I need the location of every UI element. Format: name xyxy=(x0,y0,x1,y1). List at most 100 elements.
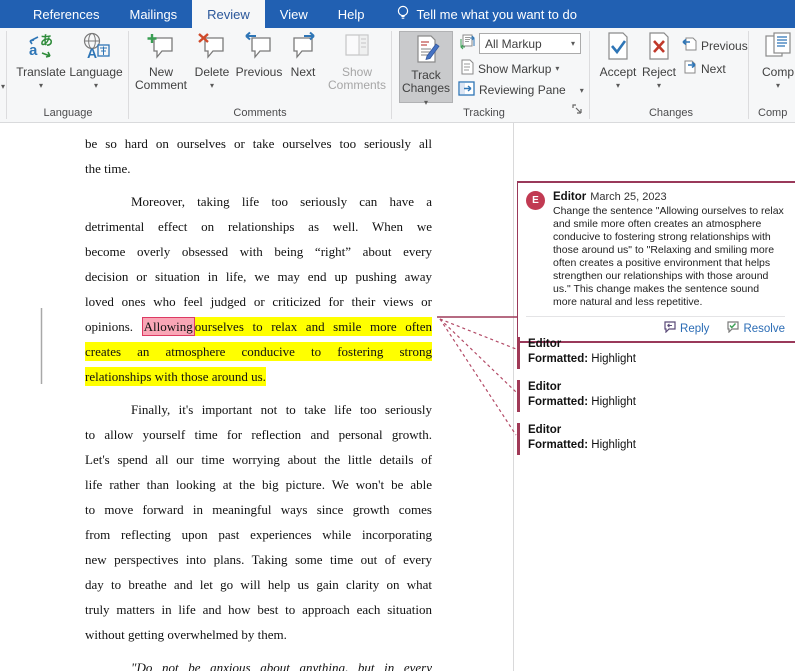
tab-bar-padding xyxy=(0,0,18,28)
display-for-review-caret: ▾ xyxy=(571,39,575,48)
translate-button[interactable]: a あ Translate ▾ xyxy=(14,31,68,90)
previous-change-button[interactable]: Previous xyxy=(681,36,748,55)
comment-card[interactable]: E EditorMarch 25, 2023 Change the senten… xyxy=(517,181,795,343)
accept-label: Accept xyxy=(600,66,637,79)
group-separator xyxy=(748,31,749,119)
tab-strip: ReferencesMailingsReviewViewHelp xyxy=(18,0,380,28)
revision-entry[interactable]: EditorFormatted: Highlight xyxy=(517,423,795,455)
tracking-group-label: Tracking xyxy=(399,107,569,119)
compare-caret: ▾ xyxy=(776,81,780,90)
reject-icon xyxy=(645,31,673,64)
tab-mailings[interactable]: Mailings xyxy=(114,0,192,28)
group-separator xyxy=(6,31,7,119)
tracking-dialog-launcher-icon[interactable] xyxy=(572,104,583,118)
translate-caret: ▾ xyxy=(39,81,43,90)
accept-caret: ▾ xyxy=(616,81,620,90)
display-for-review-value: All Markup xyxy=(485,37,542,51)
previous-comment-icon xyxy=(244,31,274,64)
revision-change: Formatted: Highlight xyxy=(528,352,795,367)
tab-review[interactable]: Review xyxy=(192,0,265,28)
compare-button[interactable]: Comp ▾ xyxy=(756,31,795,90)
resolve-link[interactable]: Resolve xyxy=(725,321,785,336)
track-changes-caret: ▾ xyxy=(424,98,428,107)
new-comment-icon xyxy=(146,31,176,64)
show-comments-label: Show Comments xyxy=(328,66,386,92)
delete-comment-caret: ▾ xyxy=(210,81,214,90)
revision-connector-line xyxy=(440,319,516,349)
revision-entry[interactable]: EditorFormatted: Highlight xyxy=(517,380,795,412)
previous-comment-label: Previous xyxy=(236,66,283,79)
group-separator xyxy=(589,31,590,119)
reviewing-pane-button[interactable]: Reviewing Pane ▾ xyxy=(458,81,584,99)
tell-me-label: Tell me what you want to do xyxy=(417,7,577,22)
reviewing-pane-caret: ▾ xyxy=(580,86,584,95)
next-change-button[interactable]: Next xyxy=(681,59,726,78)
reviewing-pane-icon xyxy=(458,81,475,99)
delete-comment-button[interactable]: Delete ▾ xyxy=(190,31,234,90)
language-caret: ▾ xyxy=(94,81,98,90)
compare-icon xyxy=(763,31,793,64)
cutoff-button-caret[interactable]: ▾ xyxy=(1,82,5,91)
ribbon-tab-bar: ReferencesMailingsReviewViewHelp Tell me… xyxy=(0,0,795,28)
track-changes-icon xyxy=(411,34,441,67)
accept-icon xyxy=(604,31,632,64)
next-comment-button[interactable]: Next xyxy=(284,31,322,79)
delete-comment-icon xyxy=(197,31,227,64)
resolve-icon xyxy=(725,321,739,336)
previous-change-icon xyxy=(681,36,697,55)
revision-connector-line xyxy=(440,319,516,392)
language-icon: A xyxy=(81,31,111,64)
language-label: Language xyxy=(69,66,122,79)
show-comments-button[interactable]: Show Comments xyxy=(328,31,386,92)
show-comments-icon xyxy=(342,31,372,64)
compare-group-label: Comp xyxy=(752,107,795,119)
comments-group-label: Comments xyxy=(134,107,386,119)
revision-change: Formatted: Highlight xyxy=(528,438,795,453)
new-comment-button[interactable]: New Comment xyxy=(134,31,188,92)
accept-button[interactable]: Accept ▾ xyxy=(597,31,639,90)
translate-label: Translate xyxy=(16,66,66,79)
revision-author: Editor xyxy=(528,380,795,395)
revision-author: Editor xyxy=(528,337,795,352)
next-change-icon xyxy=(681,59,697,78)
group-separator xyxy=(128,31,129,119)
reject-caret: ▾ xyxy=(657,81,661,90)
reject-button[interactable]: Reject ▾ xyxy=(639,31,679,90)
show-markup-button[interactable]: Show Markup ▾ xyxy=(460,59,559,78)
reply-icon xyxy=(662,321,676,336)
revision-change: Formatted: Highlight xyxy=(528,395,795,410)
tell-me-box[interactable]: Tell me what you want to do xyxy=(396,0,577,28)
tab-view[interactable]: View xyxy=(265,0,323,28)
comment-footer: Reply Resolve xyxy=(526,316,785,336)
comment-header: E EditorMarch 25, 2023 xyxy=(526,191,785,203)
language-button[interactable]: A Language ▾ xyxy=(70,31,122,90)
track-changes-label: Track Changes ▾ xyxy=(400,69,452,109)
lightbulb-icon xyxy=(396,5,410,24)
next-change-label: Next xyxy=(701,62,726,76)
previous-comment-button[interactable]: Previous xyxy=(236,31,282,79)
tab-help[interactable]: Help xyxy=(323,0,380,28)
show-markup-caret: ▾ xyxy=(555,64,559,73)
language-group-label: Language xyxy=(14,107,122,119)
show-markup-icon xyxy=(460,59,474,78)
ribbon: ▾ a あ Translate ▾ A Language ▾ xyxy=(0,28,795,123)
markup-options-icon xyxy=(459,34,476,54)
track-changes-button[interactable]: Track Changes ▾ xyxy=(399,31,453,103)
compare-label: Comp xyxy=(762,66,794,79)
reviewing-pane-label: Reviewing Pane xyxy=(479,83,566,97)
revision-author: Editor xyxy=(528,423,795,438)
svg-text:あ: あ xyxy=(40,33,53,48)
next-comment-label: Next xyxy=(291,66,316,79)
reply-link[interactable]: Reply xyxy=(662,321,709,336)
revision-connector-line xyxy=(440,319,516,435)
revision-entry[interactable]: EditorFormatted: Highlight xyxy=(517,337,795,369)
revision-list: EditorFormatted: HighlightEditorFormatte… xyxy=(517,337,795,466)
group-separator xyxy=(391,31,392,119)
display-for-review-combobox[interactable]: All Markup ▾ xyxy=(479,33,581,54)
avatar: E xyxy=(526,191,545,210)
translate-icon: a あ xyxy=(26,31,56,64)
tab-references[interactable]: References xyxy=(18,0,114,28)
reject-label: Reject xyxy=(642,66,676,79)
svg-text:a: a xyxy=(29,42,38,59)
changes-group-label: Changes xyxy=(597,107,745,119)
